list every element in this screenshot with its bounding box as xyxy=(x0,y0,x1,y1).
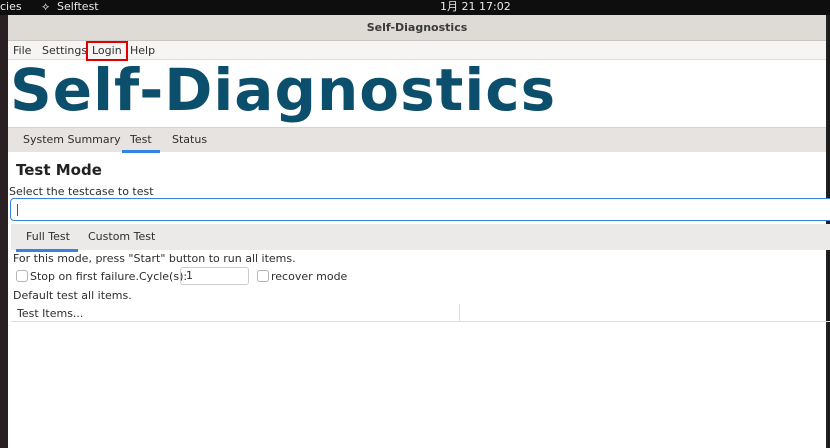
banner: Self-Diagnostics xyxy=(8,56,826,127)
mode-info: For this mode, press "Start" button to r… xyxy=(13,252,296,265)
text-cursor xyxy=(17,204,18,216)
stop-on-failure-label: Stop on first failure. xyxy=(30,270,139,283)
activities-button[interactable]: cies xyxy=(0,0,22,14)
main-window: Self-Diagnostics File Settings Login Hel… xyxy=(8,15,830,448)
cycles-input[interactable]: 1 xyxy=(180,267,249,285)
app-name[interactable]: Selftest xyxy=(57,0,99,14)
system-top-bar: cies ⟡ Selftest 1月 21 17:02 xyxy=(0,0,830,15)
testcase-input[interactable] xyxy=(10,198,830,221)
clock[interactable]: 1月 21 17:02 xyxy=(440,0,511,14)
stop-on-failure-checkbox[interactable] xyxy=(16,270,28,282)
app-indicator-icon: ⟡ xyxy=(42,0,50,13)
column-separator[interactable] xyxy=(459,304,460,321)
main-tabs: System Summary Test Status xyxy=(8,127,826,153)
tab-test[interactable]: Test xyxy=(122,128,160,153)
banner-title: Self-Diagnostics xyxy=(10,56,557,124)
window-title: Self-Diagnostics xyxy=(8,15,826,41)
tab-custom-test[interactable]: Custom Test xyxy=(88,224,155,250)
tab-system-summary[interactable]: System Summary xyxy=(23,128,121,152)
tab-status[interactable]: Status xyxy=(172,128,207,152)
dock xyxy=(0,15,8,448)
column-test-items[interactable]: Test Items... xyxy=(17,307,83,320)
test-subtabs: Full Test Custom Test xyxy=(11,224,830,252)
tab-full-test[interactable]: Full Test xyxy=(16,224,78,252)
recover-mode-checkbox[interactable] xyxy=(257,270,269,282)
test-mode-heading: Test Mode xyxy=(16,161,102,179)
recover-mode-label: recover mode xyxy=(271,270,348,283)
default-text: Default test all items. xyxy=(13,289,132,302)
testcase-label: Select the testcase to test xyxy=(9,185,154,198)
test-items-table-header: Test Items... xyxy=(11,304,830,322)
